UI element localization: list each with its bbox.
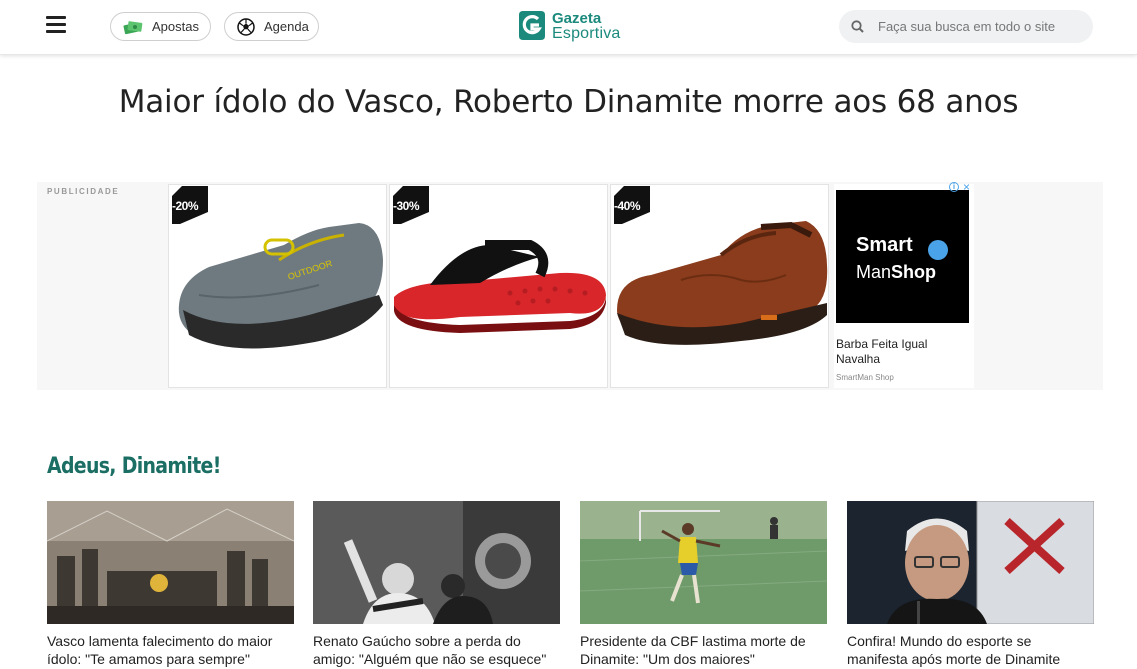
money-icon [123, 18, 143, 36]
news-card-text: Presidente da CBF lastima morte de Dinam… [580, 633, 806, 667]
news-card-text: Renato Gaúcho sobre a perda do amigo: "A… [313, 633, 547, 667]
ad-product-1[interactable]: OUTDOOR -20% [168, 184, 387, 388]
site-header: Apostas Agenda Gazeta Esportiva [0, 0, 1137, 55]
news-thumbnail [47, 501, 294, 624]
search-icon [851, 20, 864, 33]
smartmanshop-logo: Smart ManShop [836, 190, 969, 323]
news-card[interactable]: Presidente da CBF lastima morte de Dinam… [580, 501, 827, 668]
logo-line1: Gazeta [552, 9, 602, 27]
close-icon[interactable]: × [963, 180, 970, 194]
news-card[interactable]: Renato Gaúcho sobre a perda do amigo: "A… [313, 501, 560, 668]
sponsor-headline: Barba Feita Igual Navalha [836, 337, 928, 366]
section-title: Adeus, Dinamite! [47, 454, 221, 479]
adchoices-icon[interactable]: i [949, 182, 959, 192]
news-card[interactable]: Vasco lamenta falecimento do maior ídolo… [47, 501, 294, 668]
search-bar[interactable] [839, 10, 1093, 43]
soccer-ball-icon [237, 17, 255, 36]
news-card-text: Confira! Mundo do esporte se manifesta a… [847, 633, 1061, 667]
mustache-icon [928, 240, 948, 260]
ad-label: PUBLICIDADE [47, 187, 120, 196]
news-thumbnail [847, 501, 1094, 624]
search-input[interactable] [878, 19, 1078, 34]
ad-product-3[interactable]: -40% [610, 184, 829, 388]
advertisement: PUBLICIDADE OUTDOOR -20% -30% -40% Smart… [37, 180, 1103, 390]
news-thumbnail [580, 501, 827, 624]
site-logo[interactable]: Gazeta Esportiva [517, 9, 621, 42]
sponsor-name: SmartMan Shop [836, 373, 894, 382]
news-card-text: Vasco lamenta falecimento do maior ídolo… [47, 633, 273, 667]
logo-line2: Esportiva [552, 24, 621, 42]
discount-badge: -30% [393, 199, 420, 213]
gazeta-logo-icon [519, 11, 545, 40]
apostas-label: Apostas [152, 19, 199, 34]
ad-product-2[interactable]: -30% [389, 184, 608, 388]
news-card[interactable]: Confira! Mundo do esporte se manifesta a… [847, 501, 1094, 668]
ad-sponsor[interactable]: Smart ManShop Barba Feita Igual Navalha … [834, 184, 974, 388]
agenda-button[interactable]: Agenda [224, 12, 319, 41]
hamburger-menu-icon[interactable] [46, 16, 66, 34]
apostas-button[interactable]: Apostas [110, 12, 211, 41]
agenda-label: Agenda [264, 19, 309, 34]
news-thumbnail [313, 501, 560, 624]
discount-badge: -40% [614, 199, 641, 213]
discount-badge: -20% [172, 199, 199, 213]
article-title: Maior ídolo do Vasco, Roberto Dinamite m… [118, 84, 1019, 120]
